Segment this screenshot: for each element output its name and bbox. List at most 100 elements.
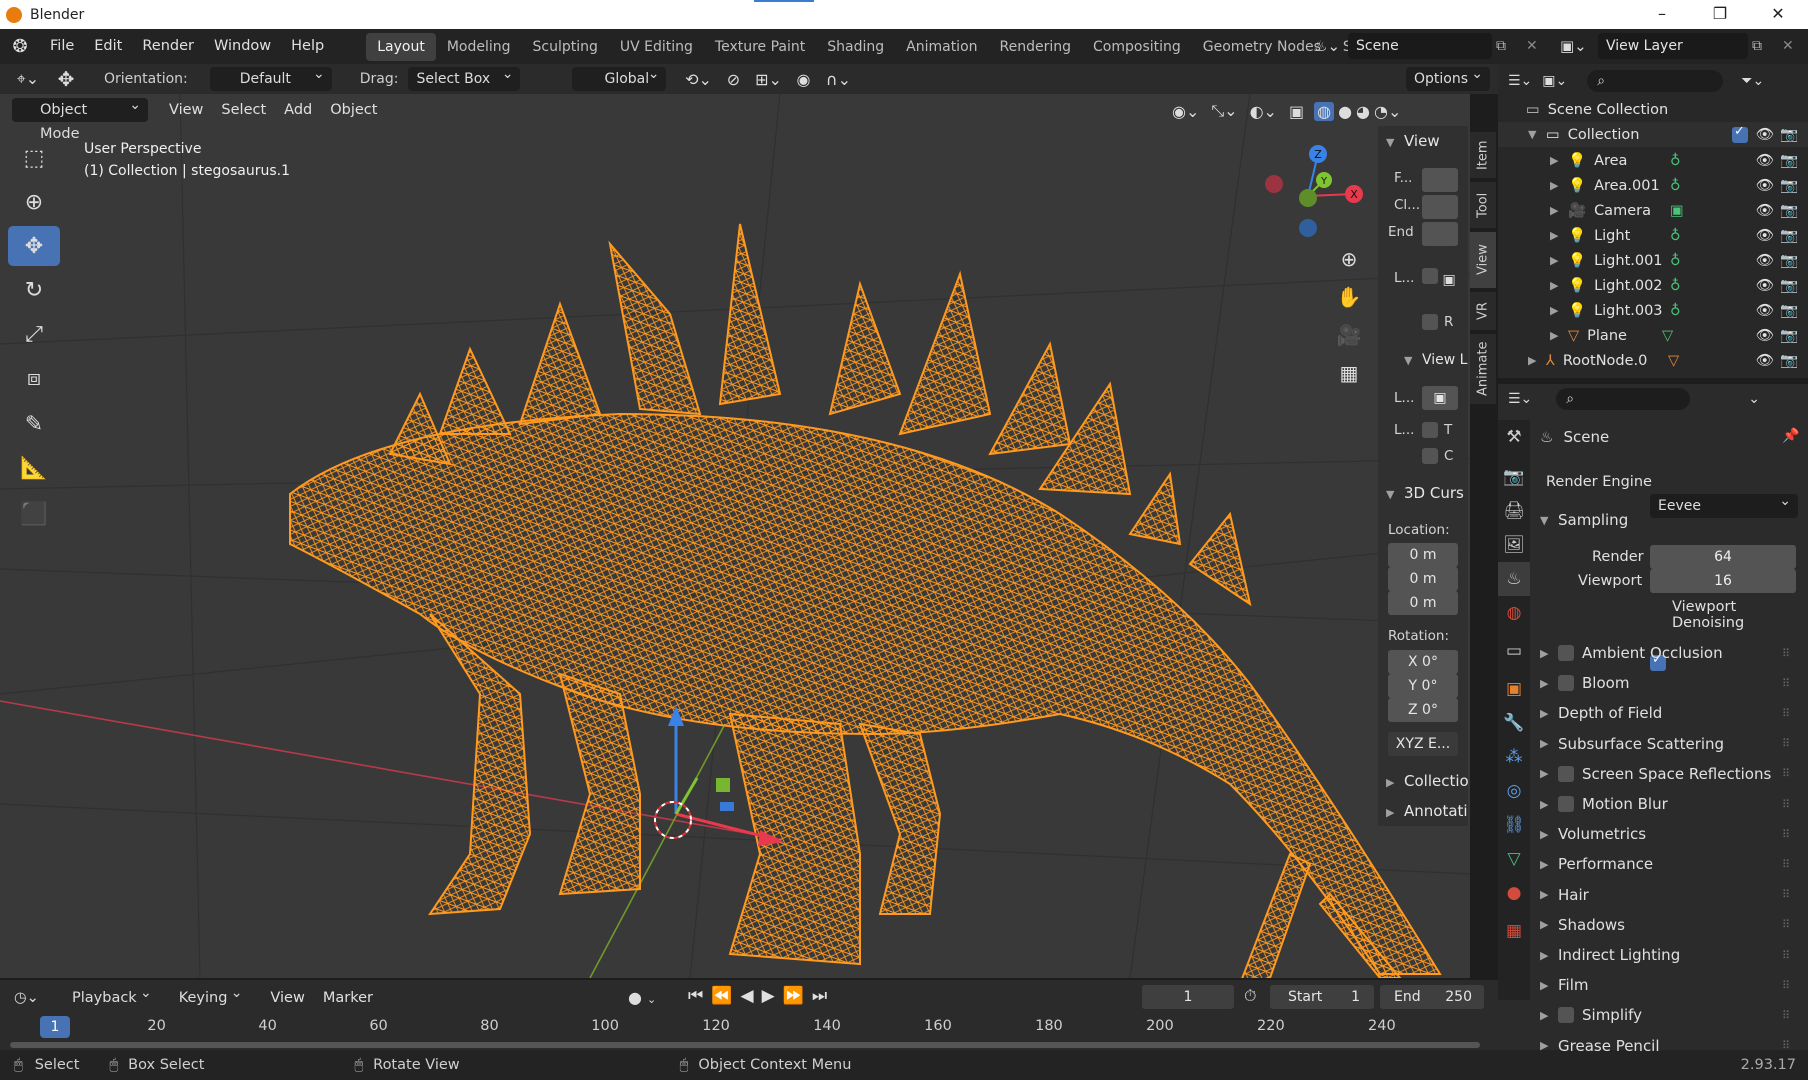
world-tab-icon[interactable]: ◍ xyxy=(1498,596,1530,630)
viewport-menu-add[interactable]: Add xyxy=(275,102,321,118)
npanel-tab-tool[interactable]: Tool xyxy=(1470,182,1496,228)
properties-search-input[interactable]: ⌕ xyxy=(1556,388,1691,410)
panel-enable-checkbox[interactable] xyxy=(1558,765,1574,782)
visibility-eye-icon[interactable]: 👁 xyxy=(1756,327,1774,344)
outliner-item[interactable]: ▶ ▽ Plane ▽ 👁 📷 xyxy=(1498,323,1808,348)
orientation-dropdown[interactable]: Default xyxy=(209,62,332,91)
tab-uv-editing[interactable]: UV Editing xyxy=(609,33,704,61)
npanel-tab-item[interactable]: Item xyxy=(1470,132,1496,178)
marker-menu[interactable]: Marker xyxy=(314,990,382,1006)
physics-tab-icon[interactable]: ◎ xyxy=(1498,774,1530,808)
data-tab-icon[interactable]: ▽ xyxy=(1498,842,1530,876)
pivot-point-icon[interactable]: ⟲⌄ xyxy=(678,67,718,91)
focal-length-field[interactable] xyxy=(1422,168,1458,192)
drag-grip-icon[interactable]: ⠿ xyxy=(1782,1009,1790,1022)
property-panel[interactable]: ▶ Depth of Field ⠿ xyxy=(1540,698,1798,728)
render-region-checkbox[interactable] xyxy=(1422,314,1438,330)
viewport-menu-object[interactable]: Object xyxy=(321,102,386,118)
3d-viewport[interactable] xyxy=(0,94,1470,978)
tab-rendering[interactable]: Rendering xyxy=(989,33,1083,61)
npanel-tab-vr[interactable]: VR xyxy=(1470,292,1496,330)
prev-keyframe-icon[interactable]: ⏪ xyxy=(711,986,732,1006)
tool-icon[interactable]: ⌖⌄ xyxy=(8,67,48,91)
navigation-gizmo[interactable]: Z X Y xyxy=(1256,138,1364,246)
outliner-search-input[interactable]: ⌕ xyxy=(1587,70,1724,92)
material-shading-icon[interactable]: ◕ xyxy=(1356,102,1370,121)
outliner-item[interactable]: ▶ 💡 Light.003 ♁ 👁 📷 xyxy=(1498,298,1808,323)
drag-grip-icon[interactable]: ⠿ xyxy=(1782,858,1790,871)
visibility-icon[interactable]: ◉⌄ xyxy=(1172,102,1199,121)
properties-editor-icon[interactable]: ☰⌄ xyxy=(1508,391,1532,407)
snap-toggle-icon[interactable]: ⊘ xyxy=(718,67,748,91)
new-view-layer-icon[interactable]: ⧉ xyxy=(1752,33,1776,59)
outliner-item[interactable]: ▶ 💡 Area.001 ♁ 👁 📷 xyxy=(1498,173,1808,198)
property-panel[interactable]: ▶ Simplify ⠿ xyxy=(1540,1000,1798,1030)
property-panel[interactable]: ▶ Hair ⠿ xyxy=(1540,880,1798,910)
visibility-eye-icon[interactable]: 👁 xyxy=(1756,152,1774,169)
maximize-button[interactable]: ❐ xyxy=(1692,0,1748,29)
property-panel[interactable]: ▶ Ambient Occlusion ⠿ xyxy=(1540,638,1798,668)
move-tool-icon[interactable]: ✥ xyxy=(48,67,84,91)
drag-grip-icon[interactable]: ⠿ xyxy=(1782,1039,1790,1052)
viewport-menu-select[interactable]: Select xyxy=(212,102,275,118)
transform-tool-icon[interactable]: ⧈ xyxy=(8,358,60,398)
property-panel[interactable]: ▶ Subsurface Scattering ⠿ xyxy=(1540,729,1798,759)
drag-grip-icon[interactable]: ⠿ xyxy=(1782,798,1790,811)
cursor-rotation-mode[interactable]: XYZ E... xyxy=(1388,732,1458,756)
gizmo-toggle-icon[interactable]: ⤡⌄ xyxy=(1211,101,1237,121)
render-tab-icon[interactable]: 📷 xyxy=(1498,460,1530,494)
record-icon[interactable]: ● ⌄ xyxy=(628,988,672,1007)
npanel-tab-view[interactable]: View xyxy=(1470,232,1496,288)
drag-grip-icon[interactable]: ⠿ xyxy=(1782,949,1790,962)
measure-tool-icon[interactable]: 📐 xyxy=(8,448,60,488)
editor-type-icon[interactable]: ◷⌄ xyxy=(14,990,50,1006)
tab-layout[interactable]: Layout xyxy=(366,32,436,61)
solid-shading-icon[interactable]: ● xyxy=(1338,102,1352,121)
object-tab-icon[interactable]: ▣ xyxy=(1498,672,1530,706)
menu-edit[interactable]: Edit xyxy=(84,29,132,64)
panel-enable-checkbox[interactable] xyxy=(1558,796,1574,812)
tab-geometry-nodes[interactable]: Geometry Nodes xyxy=(1192,33,1332,61)
drag-grip-icon[interactable]: ⠿ xyxy=(1782,737,1790,750)
pan-hand-icon[interactable]: ✋ xyxy=(1332,280,1366,314)
cursor-rotation-y[interactable]: Y 0° xyxy=(1388,674,1458,698)
cursor-rotation-x[interactable]: X 0° xyxy=(1388,650,1458,674)
scene-tab-icon[interactable]: ♨ xyxy=(1498,562,1530,596)
tab-shading[interactable]: Shading xyxy=(816,33,895,61)
npanel-view-section[interactable]: ▼ View xyxy=(1386,132,1440,150)
particles-tab-icon[interactable]: ⁂ xyxy=(1498,740,1530,774)
xray-toggle-icon[interactable]: ▣ xyxy=(1289,102,1304,121)
keying-menu[interactable]: Keying xyxy=(171,981,250,1010)
cursor-location-x[interactable]: 0 m xyxy=(1388,543,1458,567)
end-frame-field[interactable]: End 250 xyxy=(1380,985,1484,1009)
outliner-item[interactable]: ▶ 💡 Light.002 ♁ 👁 📷 xyxy=(1498,273,1808,298)
new-scene-icon[interactable]: ⧉ xyxy=(1496,33,1520,59)
outliner-rootnode[interactable]: ▶ ⅄ RootNode.0 ▽ 👁 📷 xyxy=(1498,348,1808,373)
render-camera-icon[interactable]: 📷 xyxy=(1780,177,1798,194)
close-button[interactable]: ✕ xyxy=(1750,0,1806,29)
panel-enable-checkbox[interactable] xyxy=(1558,645,1574,661)
npanel-view-lock-section[interactable]: ▼ View L xyxy=(1404,352,1467,368)
drag-dropdown[interactable]: Select Box xyxy=(408,62,521,91)
playhead-frame[interactable]: 1 xyxy=(40,1016,70,1038)
transform-space-dropdown[interactable]: Global xyxy=(572,62,667,91)
visibility-eye-icon[interactable]: 👁 xyxy=(1756,227,1774,244)
falloff-icon[interactable]: ∩⌄ xyxy=(818,67,858,91)
properties-options-icon[interactable]: ⌄ xyxy=(1748,391,1760,407)
move-tool-button-icon[interactable]: ✥ xyxy=(8,226,60,266)
outliner-scene-collection[interactable]: ▭ Scene Collection xyxy=(1498,97,1808,122)
play-icon[interactable]: ▶ xyxy=(762,986,775,1006)
minimize-button[interactable]: – xyxy=(1634,0,1690,29)
property-panel[interactable]: ▶ Indirect Lighting ⠿ xyxy=(1540,940,1798,970)
outliner-editor-icon[interactable]: ☰⌄ xyxy=(1508,73,1532,89)
drag-grip-icon[interactable]: ⠿ xyxy=(1782,828,1790,841)
camera-view-icon[interactable]: 🎥 xyxy=(1332,318,1366,352)
playback-menu[interactable]: Playback xyxy=(64,981,159,1010)
overlay-toggle-icon[interactable]: ◐⌄ xyxy=(1250,102,1277,121)
render-camera-icon[interactable]: 📷 xyxy=(1780,202,1798,219)
tool-tab-icon[interactable]: ⚒ xyxy=(1498,420,1530,454)
collection-tab-icon[interactable]: ▭ xyxy=(1498,634,1530,668)
lock-to-3d-cursor-checkbox[interactable] xyxy=(1422,422,1438,438)
clip-end-field[interactable] xyxy=(1422,222,1458,246)
rotate-tool-icon[interactable]: ↻ xyxy=(8,270,60,310)
